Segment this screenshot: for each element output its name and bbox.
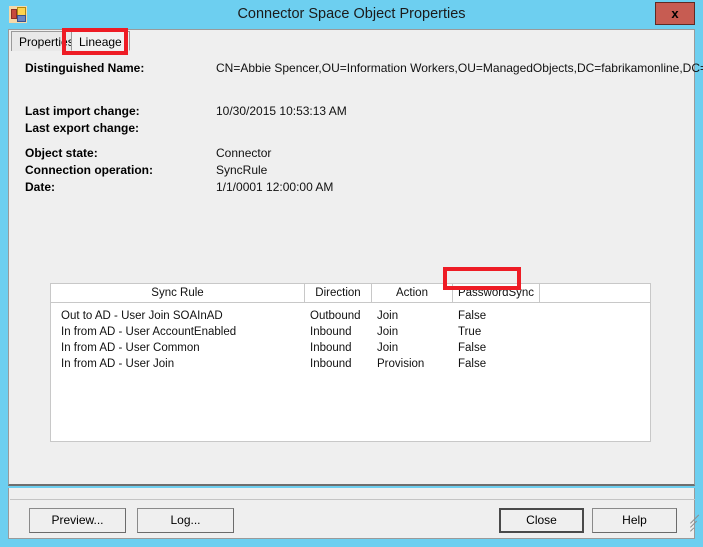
table-row[interactable]: In from AD - User Common Inbound Join Fa… [51,340,650,356]
cell-action: Join [377,310,399,322]
button-bar-divider [10,499,695,500]
column-header-direction[interactable]: Direction [305,284,372,302]
resize-grip-icon[interactable] [677,514,700,536]
cell-direction: Inbound [310,358,352,370]
value-connection-operation: SyncRule [216,163,268,177]
cell-direction: Inbound [310,326,352,338]
label-last-export-change: Last export change: [25,121,140,135]
close-button[interactable]: x [655,2,695,25]
sync-rule-table[interactable]: Sync Rule Direction Action PasswordSync … [50,283,651,442]
cell-sync-rule: In from AD - User AccountEnabled [61,326,237,338]
dialog-window: Connector Space Object Properties x Prop… [0,0,703,547]
cell-password-sync: True [458,326,482,338]
label-distinguished-name: Distinguished Name: [25,61,145,75]
close-dialog-button[interactable]: Close [499,508,584,533]
table-row[interactable]: In from AD - User AccountEnabled Inbound… [51,324,650,340]
cell-direction: Outbound [310,310,361,322]
title-bar[interactable]: Connector Space Object Properties x [0,0,703,29]
cell-sync-rule: Out to AD - User Join SOAInAD [61,310,223,322]
cell-sync-rule: In from AD - User Common [61,342,200,354]
value-date: 1/1/0001 12:00:00 AM [216,180,334,194]
window-title: Connector Space Object Properties [237,6,466,22]
cell-password-sync: False [458,310,487,322]
table-header-row: Sync Rule Direction Action PasswordSync [51,284,650,303]
value-distinguished-name: CN=Abbie Spencer,OU=Information Workers,… [216,61,703,75]
value-last-import-change: 10/30/2015 10:53:13 AM [216,104,347,118]
tab-lineage[interactable]: Lineage [71,31,130,51]
table-row[interactable]: Out to AD - User Join SOAInAD Outbound J… [51,308,650,324]
cell-action: Join [377,326,399,338]
column-header-action[interactable]: Action [372,284,453,302]
cell-password-sync: False [458,342,487,354]
cell-direction: Inbound [310,342,352,354]
cell-action: Join [377,342,399,354]
label-date: Date: [25,180,56,194]
help-button[interactable]: Help [592,508,677,533]
cell-action: Provision [377,358,425,370]
column-header-sync-rule[interactable]: Sync Rule [51,284,305,302]
lineage-tab-panel: Distinguished Name: CN=Abbie Spencer,OU=… [8,51,703,518]
preview-button[interactable]: Preview... [29,508,126,533]
cell-password-sync: False [458,358,487,370]
dialog-button-bar: Preview... Log... Close Help [8,488,700,539]
tab-strip: Properties Lineage [8,29,695,51]
label-last-import-change: Last import change: [25,104,140,118]
cell-sync-rule: In from AD - User Join [61,358,175,370]
log-button[interactable]: Log... [137,508,234,533]
column-header-spacer[interactable] [540,284,650,302]
value-object-state: Connector [216,146,272,160]
table-row[interactable]: In from AD - User Join Inbound Provision… [51,356,650,372]
column-header-password-sync[interactable]: PasswordSync [453,284,540,302]
label-connection-operation: Connection operation: [25,163,153,177]
label-object-state: Object state: [25,146,98,160]
